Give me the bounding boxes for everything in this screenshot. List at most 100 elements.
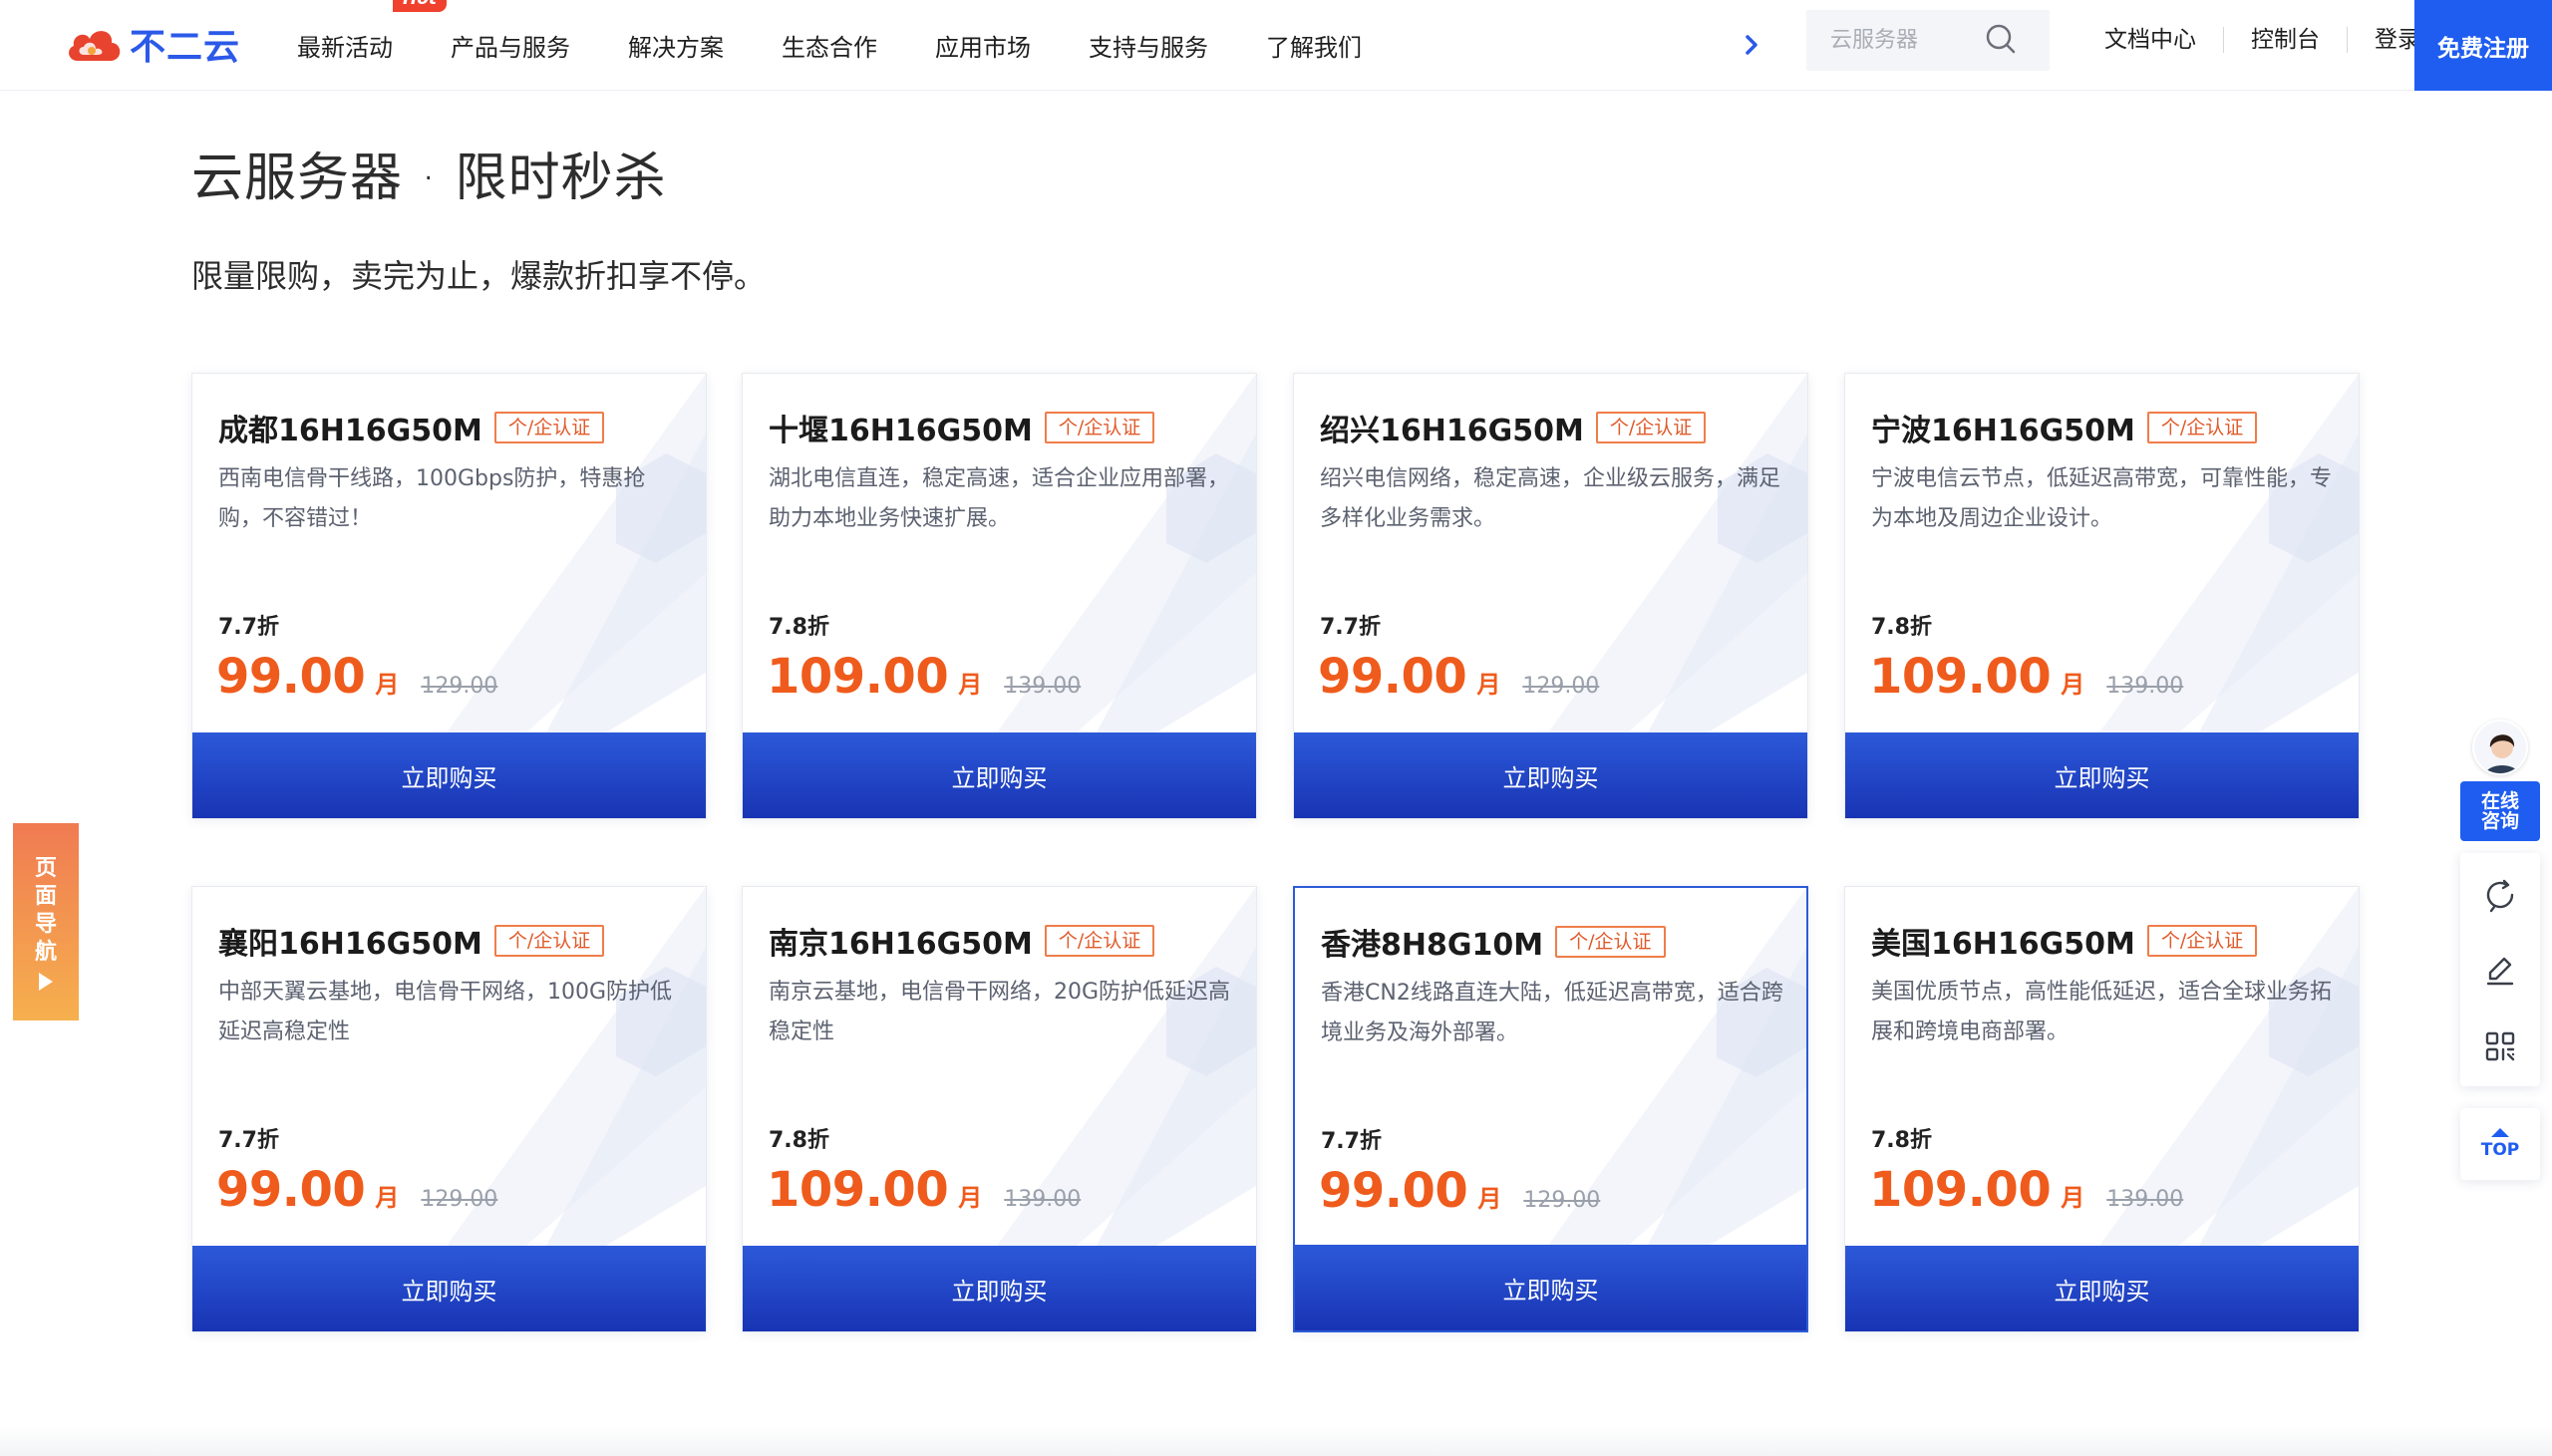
hot-badge: Hot	[393, 0, 448, 12]
verification-tag: 个/企认证	[2146, 925, 2258, 957]
original-price: 139.00	[1004, 1187, 1082, 1212]
qrcode-icon[interactable]	[2482, 1028, 2518, 1064]
price-block: 99.00 月 129.00	[1319, 1163, 1600, 1219]
arrow-up-icon	[2491, 1128, 2509, 1137]
nav-item-label: 最新活动	[297, 34, 393, 62]
price-unit: 月	[2061, 1184, 2085, 1212]
buy-now-button[interactable]: 立即购买	[743, 732, 1256, 818]
search-icon[interactable]	[1984, 22, 2018, 56]
top-label: TOP	[2480, 1140, 2520, 1160]
page-title: 云服务器 · 限时秒杀	[191, 148, 667, 208]
card-header: 成都16H16G50M 个/企认证	[218, 406, 605, 449]
page-nav-char: 航	[34, 940, 57, 965]
online-consult[interactable]: 在线 咨询	[2460, 720, 2540, 841]
discount-label: 7.8折	[769, 1128, 829, 1153]
brand-logo[interactable]: 不二云	[64, 18, 240, 70]
card-title: 南京16H16G50M	[769, 927, 1033, 962]
verification-tag: 个/企认证	[1595, 412, 1707, 443]
card-title: 香港8H8G10M	[1321, 928, 1544, 963]
edit-icon[interactable]	[2482, 953, 2518, 989]
page-nav-char: 页	[34, 856, 57, 881]
nav-item-latest-activity[interactable]: 最新活动 Hot	[297, 0, 448, 63]
price-block: 99.00 月 129.00	[216, 1162, 497, 1218]
buy-now-button[interactable]: 立即购买	[192, 1246, 706, 1331]
nav-item-solutions[interactable]: 解决方案	[628, 28, 724, 63]
card-description: 香港CN2线路直连大陆，低延迟高带宽，适合跨境业务及海外部署。	[1321, 981, 1783, 1045]
consult-label: 在线 咨询	[2460, 781, 2540, 841]
card-header: 香港8H8G10M 个/企认证	[1321, 920, 1666, 964]
product-card[interactable]: 美国16H16G50M 个/企认证美国优质节点，高性能低延迟，适合全球业务拓展和跨…	[1844, 886, 2360, 1332]
main-menu: 最新活动 Hot 产品与服务 解决方案 生态合作 应用市场 支持与服务 了解我们	[297, 0, 1420, 91]
card-header: 十堰16H16G50M 个/企认证	[769, 406, 1155, 449]
chevron-right-icon[interactable]	[1735, 28, 1768, 62]
current-price: 109.00	[1869, 1162, 2052, 1218]
discount-label: 7.8折	[1871, 615, 1932, 640]
original-price: 129.00	[1522, 674, 1600, 699]
card-description: 西南电信骨干线路，100Gbps防护，特惠抢购，不容错过！	[218, 466, 646, 531]
product-card[interactable]: 襄阳16H16G50M 个/企认证 中部天翼云基地，电信骨干网络，100G防护低延迟…	[191, 886, 707, 1332]
card-title: 美国16H16G50M	[1871, 927, 2135, 962]
product-card[interactable]: 成都16H16G50M 个/企认证西南电信骨干线路，100Gbps防护，特惠抢购，…	[191, 373, 707, 819]
buy-now-button[interactable]: 立即购买	[192, 732, 706, 818]
card-description: 宁波电信云节点，低延迟高带宽，可靠性能，专为本地及周边企业设计。	[1871, 466, 2333, 531]
card-title: 十堰16H16G50M	[769, 414, 1033, 448]
price-block: 109.00 月 139.00	[767, 649, 1081, 705]
console-link[interactable]: 控制台	[2224, 27, 2348, 53]
register-button[interactable]: 免费注册	[2414, 0, 2552, 91]
verification-tag: 个/企认证	[493, 412, 605, 443]
buy-now-button[interactable]: 立即购买	[1295, 1245, 1806, 1330]
price-block: 109.00 月 139.00	[767, 1162, 1081, 1218]
verification-tag: 个/企认证	[1555, 926, 1666, 958]
nav-item-support[interactable]: 支持与服务	[1089, 28, 1208, 63]
card-description: 南京云基地，电信骨干网络，20G防护低延迟高稳定性	[769, 980, 1231, 1044]
current-price: 99.00	[1318, 649, 1467, 705]
product-card[interactable]: 十堰16H16G50M 个/企认证湖北电信直连，稳定高速，适合企业应用部署，助力本…	[742, 373, 1257, 819]
back-to-top-button[interactable]: TOP	[2460, 1108, 2540, 1180]
price-unit: 月	[2061, 671, 2085, 699]
price-block: 109.00 月 139.00	[1869, 649, 2183, 705]
card-header: 绍兴16H16G50M 个/企认证	[1320, 406, 1707, 449]
product-card[interactable]: 宁波16H16G50M 个/企认证宁波电信云节点，低延迟高带宽，可靠性能，专为本地…	[1844, 373, 2360, 819]
buy-now-button[interactable]: 立即购买	[1294, 732, 1807, 818]
agent-avatar	[2472, 720, 2528, 775]
buy-now-button[interactable]: 立即购买	[1845, 732, 2359, 818]
verification-tag: 个/企认证	[1044, 412, 1155, 443]
discount-label: 7.7折	[1321, 1129, 1382, 1154]
product-card[interactable]: 绍兴16H16G50M 个/企认证绍兴电信网络，稳定高速，企业级云服务，满足多样化…	[1293, 373, 1808, 819]
search-input[interactable]	[1830, 10, 1990, 71]
cloud-logo-icon	[69, 31, 121, 61]
nav-item-app-market[interactable]: 应用市场	[935, 28, 1031, 63]
current-price: 99.00	[1319, 1163, 1468, 1219]
discount-label: 7.7折	[218, 1128, 279, 1153]
verification-tag: 个/企认证	[493, 925, 605, 957]
refresh-chat-icon[interactable]	[2482, 877, 2518, 913]
card-description: 美国优质节点，高性能低延迟，适合全球业务拓展和跨境电商部署。	[1871, 980, 2333, 1044]
verification-tag: 个/企认证	[2146, 412, 2258, 443]
buy-now-button[interactable]: 立即购买	[1845, 1246, 2359, 1331]
price-unit: 月	[1476, 671, 1501, 699]
page-subtitle: 限量限购，卖完为止，爆款折扣享不停。	[191, 257, 767, 295]
discount-label: 7.8折	[769, 615, 829, 640]
card-description: 绍兴电信网络，稳定高速，企业级云服务，满足多样化业务需求。	[1320, 466, 1781, 531]
nav-item-about[interactable]: 了解我们	[1266, 28, 1362, 63]
price-unit: 月	[1477, 1185, 1502, 1213]
original-price: 139.00	[1004, 674, 1082, 699]
docs-link[interactable]: 文档中心	[2077, 27, 2224, 53]
card-title: 宁波16H16G50M	[1871, 414, 2135, 448]
price-block: 109.00 月 139.00	[1869, 1162, 2183, 1218]
verification-tag: 个/企认证	[1044, 925, 1155, 957]
current-price: 109.00	[767, 649, 949, 705]
buy-now-button[interactable]: 立即购买	[743, 1246, 1256, 1331]
discount-label: 7.7折	[218, 615, 279, 640]
nav-item-products[interactable]: 产品与服务	[451, 28, 570, 63]
card-description: 中部天翼云基地，电信骨干网络，100G防护低延迟高稳定性	[218, 980, 673, 1044]
page-navigation-tab[interactable]: 页 面 导 航	[13, 823, 79, 1020]
original-price: 129.00	[421, 674, 498, 699]
product-card[interactable]: 南京16H16G50M 个/企认证南京云基地，电信骨干网络，20G防护低延迟高稳定…	[742, 886, 1257, 1332]
play-triangle-icon	[39, 973, 53, 991]
card-description: 湖北电信直连，稳定高速，适合企业应用部署，助力本地业务快速扩展。	[769, 466, 1230, 531]
price-block: 99.00 月 129.00	[1318, 649, 1599, 705]
product-card[interactable]: 香港8H8G10M 个/企认证香港CN2线路直连大陆，低延迟高带宽，适合跨境业务及…	[1293, 886, 1808, 1332]
page-nav-char: 导	[34, 912, 57, 937]
nav-item-ecosystem[interactable]: 生态合作	[782, 28, 877, 63]
